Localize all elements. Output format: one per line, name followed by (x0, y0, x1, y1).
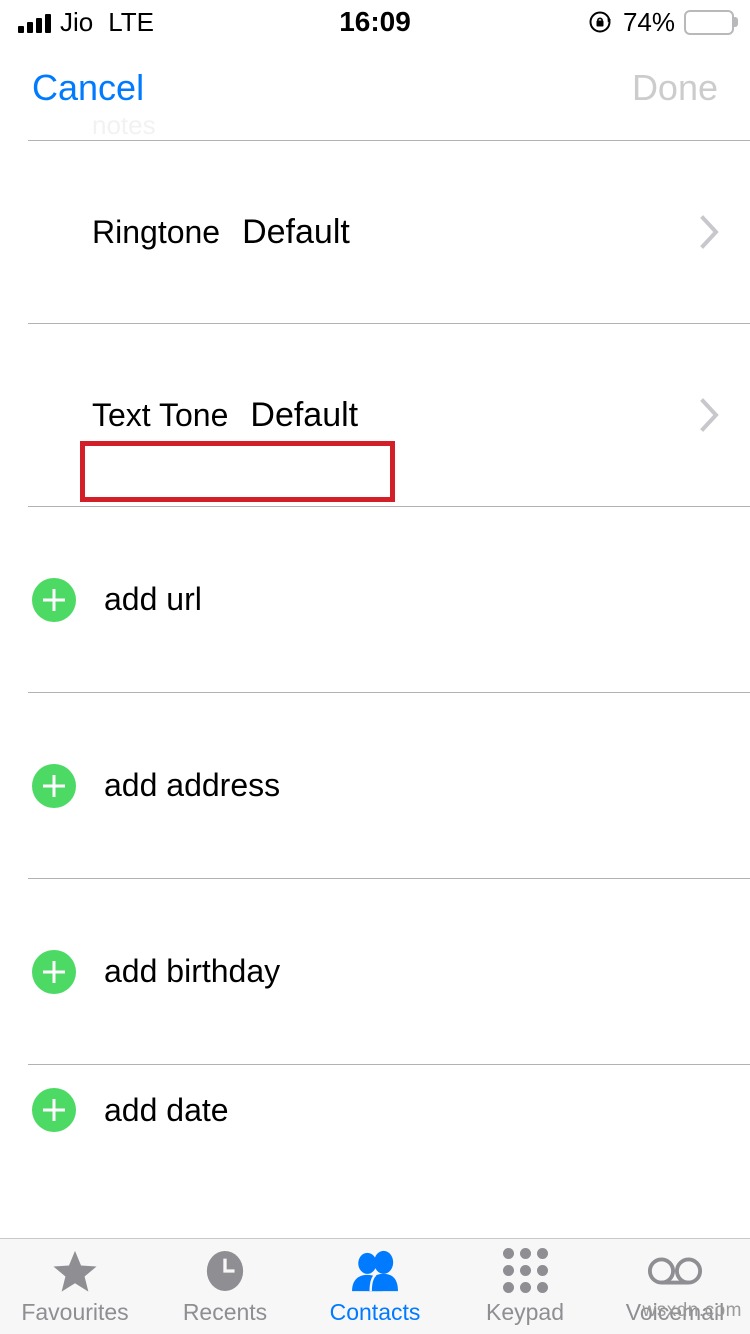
status-bar: Jio LTE 16:09 74% (0, 0, 750, 44)
chevron-right-icon (700, 397, 720, 433)
keypad-dots-icon (502, 1248, 548, 1294)
add-date-label: add date (104, 1091, 229, 1128)
tab-label-favourites: Favourites (21, 1298, 129, 1325)
add-birthday-label: add birthday (104, 953, 281, 989)
text-tone-value: Default (250, 395, 359, 434)
row-ringtone[interactable]: Ringtone Default (0, 141, 750, 323)
tab-bar: Favourites Recents Contacts Keypad Voice… (0, 1238, 750, 1334)
tab-label-contacts: Contacts (329, 1298, 421, 1325)
cancel-button[interactable]: Cancel (32, 67, 144, 109)
watermark: wsxdn.com (642, 1300, 742, 1321)
plus-icon[interactable] (32, 577, 76, 622)
plus-icon[interactable] (32, 763, 76, 808)
tab-label-keypad: Keypad (485, 1298, 564, 1325)
tab-contacts[interactable]: Contacts (300, 1239, 450, 1334)
done-button[interactable]: Done (632, 67, 718, 109)
network-type-label: LTE (108, 6, 155, 37)
tab-recents[interactable]: Recents (150, 1239, 300, 1334)
row-add-date[interactable]: add date (0, 1065, 750, 1155)
carrier-name: Jio (60, 6, 94, 37)
plus-icon[interactable] (32, 949, 76, 994)
add-address-label: add address (104, 767, 281, 803)
battery-percentage: 74% (622, 6, 675, 37)
tab-favourites[interactable]: Favourites (0, 1239, 150, 1334)
chevron-right-icon (700, 214, 720, 250)
rotation-lock-icon (588, 9, 614, 35)
battery-icon (684, 9, 738, 35)
tab-label-recents: Recents (182, 1298, 268, 1325)
text-tone-label: Text Tone (92, 396, 229, 433)
row-add-address[interactable]: add address (0, 693, 750, 878)
clock-icon (204, 1248, 246, 1294)
tab-keypad[interactable]: Keypad (450, 1239, 600, 1334)
scrolled-off-row: notes (92, 118, 156, 140)
row-add-url[interactable]: add url (0, 507, 750, 692)
star-icon (52, 1248, 98, 1294)
row-text-tone[interactable]: Text Tone Default (0, 324, 750, 506)
people-icon (350, 1248, 400, 1294)
plus-icon[interactable] (32, 1088, 76, 1132)
signal-strength-icon (16, 11, 51, 33)
add-url-label: add url (104, 581, 202, 617)
status-bar-right: 74% (375, 6, 738, 38)
ringtone-label: Ringtone (92, 213, 221, 250)
voicemail-icon (647, 1248, 703, 1294)
contact-edit-form[interactable]: notes Ringtone Default Text Tone Default… (0, 118, 750, 1238)
row-add-birthday[interactable]: add birthday (0, 879, 750, 1064)
status-bar-left: Jio LTE (16, 7, 375, 38)
ringtone-value: Default (242, 212, 350, 251)
